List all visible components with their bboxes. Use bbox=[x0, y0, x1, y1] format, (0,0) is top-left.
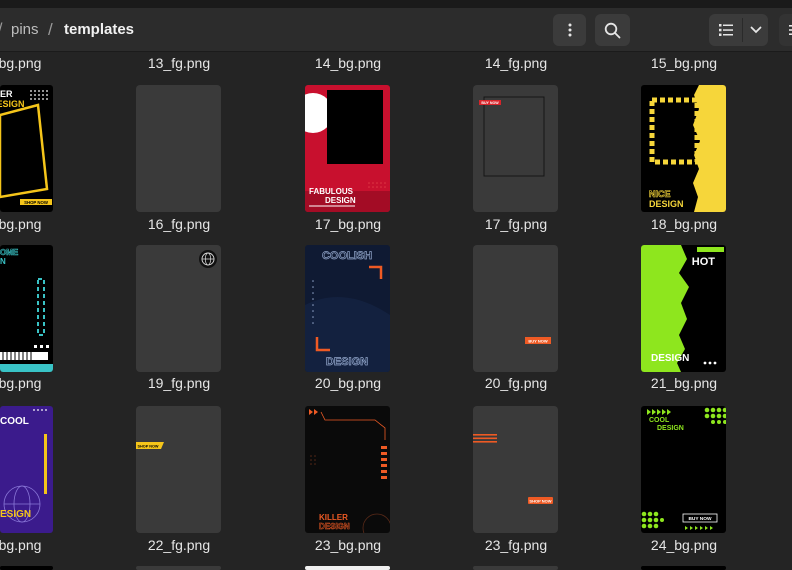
file-label[interactable]: 21_bg.png bbox=[614, 375, 754, 391]
file-label[interactable]: 13_fg.png bbox=[109, 55, 249, 71]
file-thumbnail[interactable] bbox=[473, 566, 558, 570]
more-options-button[interactable] bbox=[553, 14, 586, 46]
svg-text:DESIGN: DESIGN bbox=[649, 199, 684, 209]
svg-text:COOLISH: COOLISH bbox=[322, 250, 372, 262]
file-thumbnail[interactable]: ER DESIGN SHOP NOW bbox=[0, 85, 53, 212]
breadcrumb-pins[interactable]: pins bbox=[11, 21, 39, 38]
svg-text:ESIGN: ESIGN bbox=[0, 509, 31, 520]
svg-text:DESIGN: DESIGN bbox=[319, 522, 350, 531]
file-thumbnail[interactable] bbox=[136, 85, 221, 212]
view-toggle-button[interactable] bbox=[709, 14, 768, 46]
file-thumbnail[interactable]: KILLER DESIGN bbox=[305, 406, 390, 533]
thumb-art: BUY NOW bbox=[525, 337, 551, 344]
file-thumbnail[interactable] bbox=[641, 566, 726, 570]
svg-text:KILLER: KILLER bbox=[319, 513, 348, 522]
svg-text:ER: ER bbox=[0, 89, 13, 99]
button-divider bbox=[742, 18, 743, 42]
file-thumbnail[interactable]: HOT DESIGN bbox=[641, 245, 726, 372]
thumb-art: NICE DESIGN bbox=[649, 85, 726, 212]
thumb-art: HOT DESIGN bbox=[641, 245, 724, 372]
svg-text:SHOP NOW: SHOP NOW bbox=[529, 498, 551, 503]
window-top-strip bbox=[0, 0, 792, 8]
file-thumbnail[interactable]: SHOP NOW bbox=[473, 406, 558, 533]
file-label[interactable]: 19_fg.png bbox=[109, 375, 249, 391]
file-label[interactable]: 23_fg.png bbox=[446, 537, 586, 553]
svg-text:COOL: COOL bbox=[0, 416, 29, 427]
list-view-icon bbox=[719, 24, 733, 36]
file-thumbnail[interactable]: COOL DESIGN BUY NOW bbox=[641, 406, 726, 533]
file-label[interactable]: 20_bg.png bbox=[278, 375, 418, 391]
file-label[interactable]: 14_fg.png bbox=[446, 55, 586, 71]
file-label[interactable]: 22_fg.png bbox=[109, 537, 249, 553]
svg-text:HOT: HOT bbox=[692, 256, 716, 268]
svg-text:DESIGN: DESIGN bbox=[657, 425, 684, 432]
thumb-art: COOLISH DESIGN bbox=[305, 250, 390, 372]
file-label[interactable]: 18_bg.png bbox=[614, 216, 754, 232]
thumb-art: SHOP NOW bbox=[136, 442, 164, 449]
file-label[interactable]: 20_fg.png bbox=[446, 375, 586, 391]
file-thumbnail[interactable] bbox=[0, 566, 53, 570]
svg-text:BUY NOW: BUY NOW bbox=[481, 101, 499, 105]
thumb-art: KILLER DESIGN bbox=[309, 409, 390, 533]
breadcrumb-separator: / bbox=[0, 21, 2, 39]
search-icon bbox=[604, 22, 621, 38]
file-label[interactable]: 17_bg.png bbox=[278, 216, 418, 232]
file-label[interactable]: bg.png bbox=[0, 55, 90, 71]
file-label[interactable]: bg.png bbox=[0, 375, 90, 391]
file-label[interactable]: 16_fg.png bbox=[109, 216, 249, 232]
file-thumbnail[interactable]: COOL ESIGN bbox=[0, 406, 53, 533]
svg-text:NICE: NICE bbox=[649, 189, 671, 199]
thumb-art: COOL DESIGN BUY NOW bbox=[641, 407, 726, 530]
thumb-art bbox=[199, 250, 217, 268]
thumb-art: OME N bbox=[0, 248, 53, 372]
thumb-art: FABULOUS DESIGN bbox=[305, 90, 390, 212]
file-label[interactable]: 17_fg.png bbox=[446, 216, 586, 232]
file-thumbnail[interactable]: SHOP NOW bbox=[136, 406, 221, 533]
thumb-art: ER DESIGN SHOP NOW bbox=[0, 89, 52, 205]
file-grid: bg.png 13_fg.png 14_bg.png 14_fg.png 15_… bbox=[0, 53, 792, 570]
file-label[interactable]: bg.png bbox=[0, 216, 90, 232]
file-thumbnail[interactable] bbox=[136, 245, 221, 372]
thumb-art: BUY NOW bbox=[479, 96, 545, 177]
main-menu-button[interactable] bbox=[779, 14, 792, 46]
file-thumbnail[interactable]: NICE DESIGN bbox=[641, 85, 726, 212]
svg-text:DESIGN: DESIGN bbox=[651, 353, 689, 364]
svg-text:OME: OME bbox=[0, 248, 19, 257]
svg-text:N: N bbox=[0, 257, 6, 266]
breadcrumb-current[interactable]: templates bbox=[64, 21, 134, 38]
thumb-art: SHOP NOW bbox=[473, 434, 553, 504]
svg-text:BUY NOW: BUY NOW bbox=[528, 339, 547, 344]
chevron-down-icon[interactable] bbox=[750, 26, 762, 34]
thumb-art: COOL ESIGN bbox=[0, 409, 47, 523]
file-thumbnail[interactable]: BUY NOW bbox=[473, 245, 558, 372]
svg-text:SHOP NOW: SHOP NOW bbox=[24, 200, 49, 205]
svg-text:DESIGN: DESIGN bbox=[326, 356, 368, 368]
svg-text:BUY NOW: BUY NOW bbox=[688, 516, 712, 522]
file-thumbnail[interactable]: COOLISH DESIGN bbox=[305, 245, 390, 372]
svg-text:SHOP NOW: SHOP NOW bbox=[137, 445, 158, 449]
file-thumbnail[interactable]: BUY NOW bbox=[473, 85, 558, 212]
file-label[interactable]: 24_bg.png bbox=[614, 537, 754, 553]
file-label[interactable]: 23_bg.png bbox=[278, 537, 418, 553]
breadcrumb-separator: / bbox=[48, 20, 53, 39]
file-thumbnail[interactable]: FABULOUS DESIGN bbox=[305, 85, 390, 212]
search-button[interactable] bbox=[595, 14, 630, 46]
file-thumbnail[interactable] bbox=[305, 566, 390, 570]
svg-text:DESIGN: DESIGN bbox=[325, 196, 356, 205]
file-thumbnail[interactable] bbox=[136, 566, 221, 570]
more-vertical-icon bbox=[568, 23, 571, 37]
svg-text:DESIGN: DESIGN bbox=[0, 99, 25, 109]
svg-text:FABULOUS: FABULOUS bbox=[309, 187, 354, 196]
file-thumbnail[interactable]: OME N bbox=[0, 245, 53, 372]
header-bar: / pins / templates bbox=[0, 8, 792, 52]
svg-text:COOL: COOL bbox=[649, 417, 670, 424]
file-label[interactable]: 15_bg.png bbox=[614, 55, 754, 71]
file-label[interactable]: 14_bg.png bbox=[278, 55, 418, 71]
file-label[interactable]: bg.png bbox=[0, 537, 90, 553]
